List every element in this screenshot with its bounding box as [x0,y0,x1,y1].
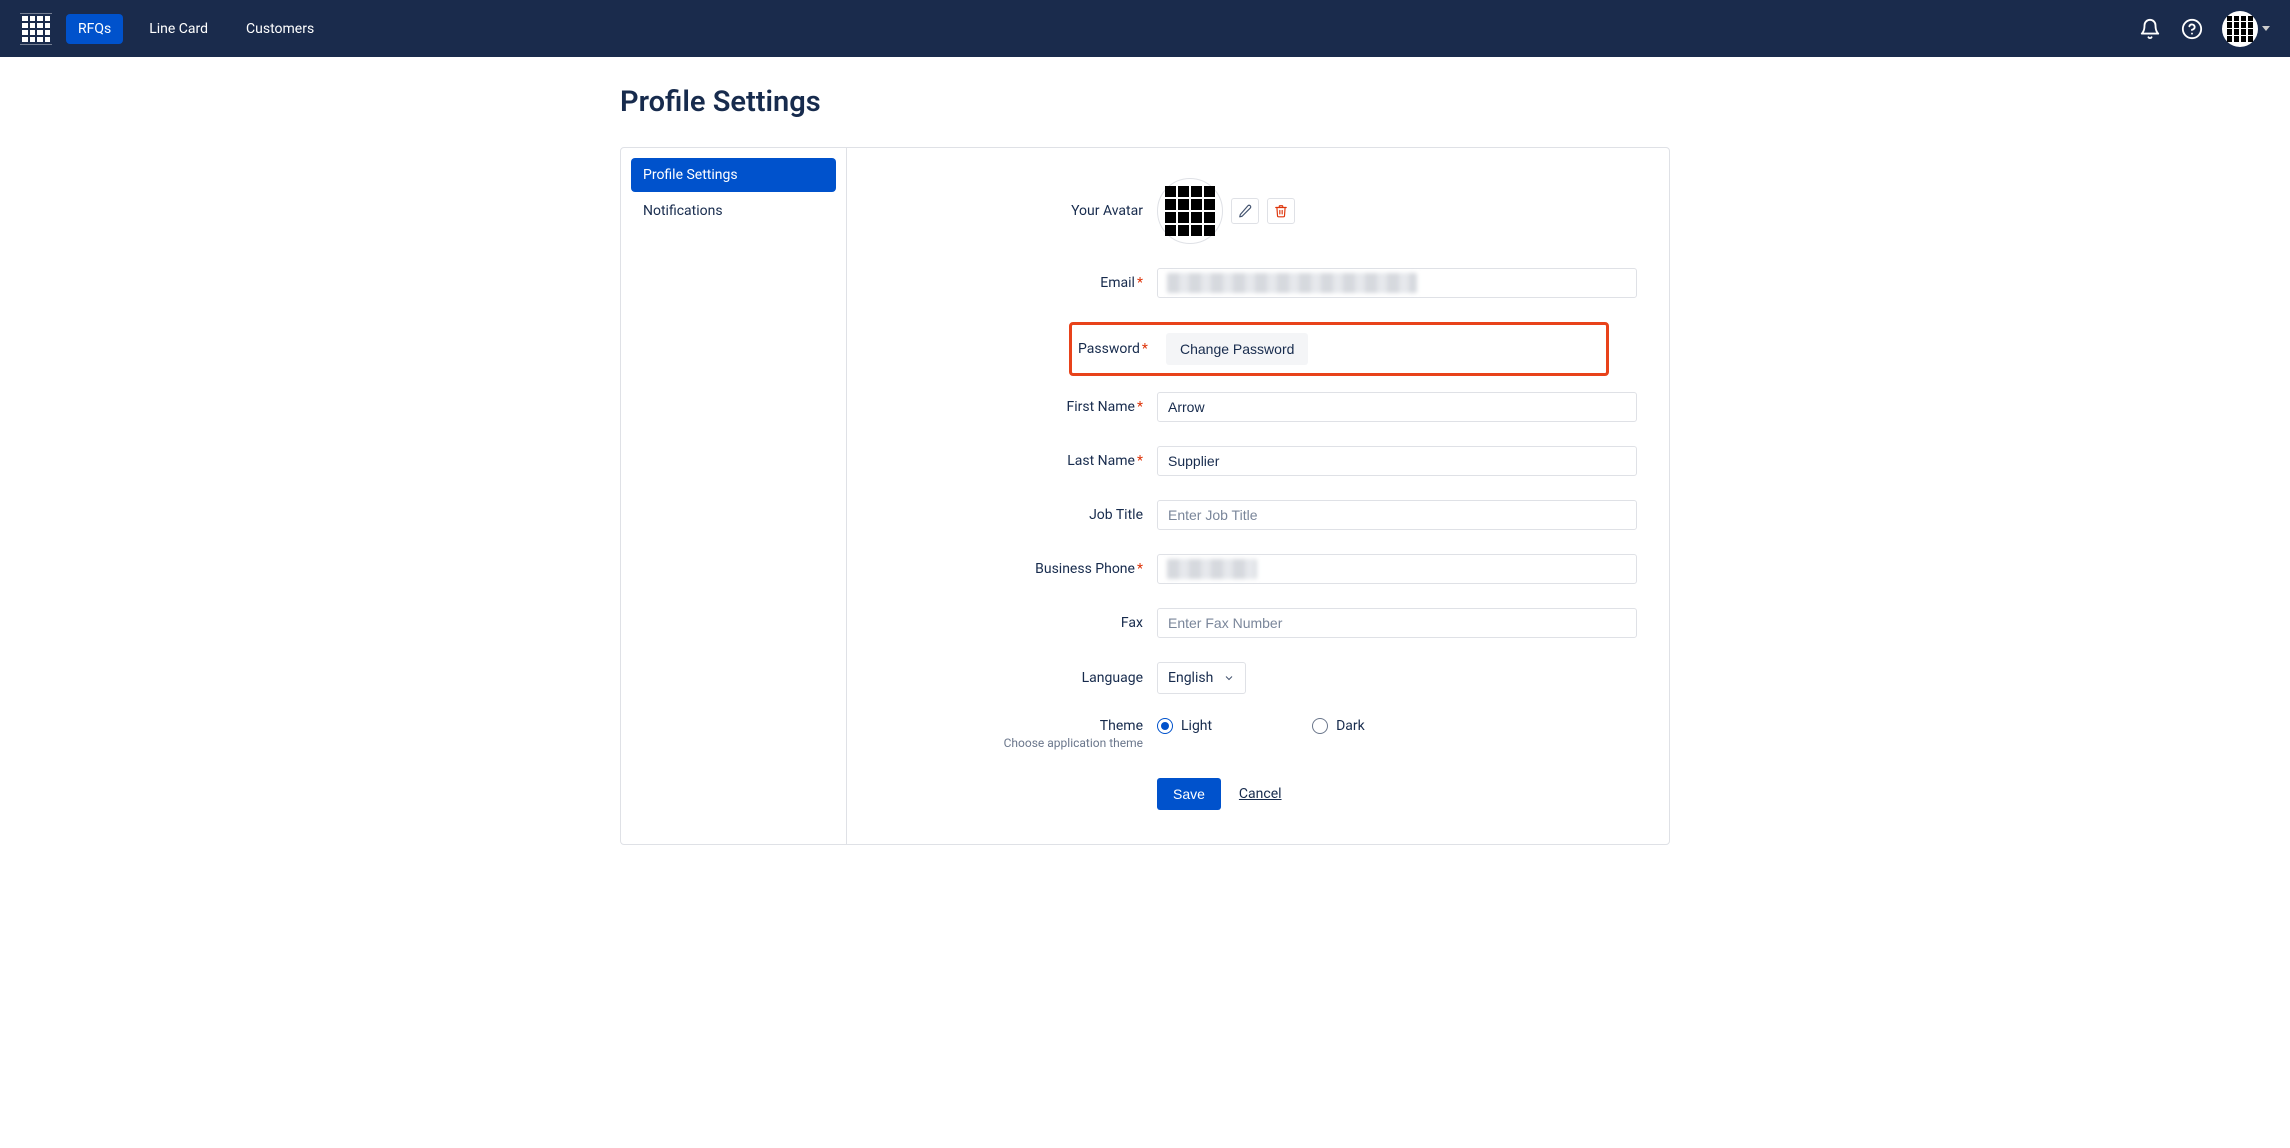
trash-icon [1274,204,1288,218]
last-name-label: Last Name* [877,453,1157,469]
email-label: Email* [877,275,1157,291]
first-name-field[interactable] [1157,392,1637,422]
delete-avatar-button[interactable] [1267,198,1295,224]
change-password-button[interactable]: Change Password [1166,333,1308,365]
edit-avatar-button[interactable] [1231,198,1259,224]
theme-light-label: Light [1181,718,1212,734]
redacted-phone [1167,559,1257,579]
chevron-down-icon [1223,672,1235,684]
avatar-preview [1157,178,1223,244]
theme-dark-label: Dark [1336,718,1365,734]
theme-sublabel: Choose application theme [877,736,1143,750]
business-phone-label: Business Phone* [877,561,1157,577]
job-title-field[interactable] [1157,500,1637,530]
chevron-down-icon [2262,26,2270,31]
nav-rfqs[interactable]: RFQs [66,14,123,44]
top-navbar: RFQs Line Card Customers [0,0,2290,57]
password-row-highlight: Password* Change Password [1069,322,1609,376]
notifications-icon[interactable] [2138,17,2162,41]
pencil-icon [1238,204,1252,218]
save-button[interactable]: Save [1157,778,1221,810]
app-switcher-icon[interactable] [20,13,52,45]
theme-radio-dark[interactable]: Dark [1312,718,1365,734]
sidebar-item-notifications[interactable]: Notifications [631,194,836,228]
theme-label: Theme [877,718,1143,734]
password-label: Password* [1072,341,1152,357]
page-title: Profile Settings [620,85,1670,119]
last-name-field[interactable] [1157,446,1637,476]
first-name-label: First Name* [877,399,1157,415]
avatar-label: Your Avatar [877,203,1157,219]
fax-label: Fax [877,615,1157,631]
help-icon[interactable] [2180,17,2204,41]
language-value: English [1168,670,1213,686]
radio-icon [1157,718,1173,734]
settings-card: Profile Settings Notifications Your Avat… [620,147,1670,845]
settings-sidebar: Profile Settings Notifications [621,148,847,844]
cancel-button[interactable]: Cancel [1239,786,1282,802]
nav-line-card[interactable]: Line Card [137,14,220,44]
settings-form: Your Avatar [847,148,1669,844]
language-select[interactable]: English [1157,662,1246,694]
user-avatar-icon [2222,11,2258,47]
job-title-label: Job Title [877,507,1157,523]
radio-icon [1312,718,1328,734]
nav-customers[interactable]: Customers [234,14,326,44]
fax-field[interactable] [1157,608,1637,638]
theme-radio-light[interactable]: Light [1157,718,1212,734]
theme-label-col: Theme Choose application theme [877,718,1157,750]
sidebar-item-profile-settings[interactable]: Profile Settings [631,158,836,192]
language-label: Language [877,670,1157,686]
user-menu[interactable] [2222,11,2270,47]
redacted-email [1167,273,1417,293]
